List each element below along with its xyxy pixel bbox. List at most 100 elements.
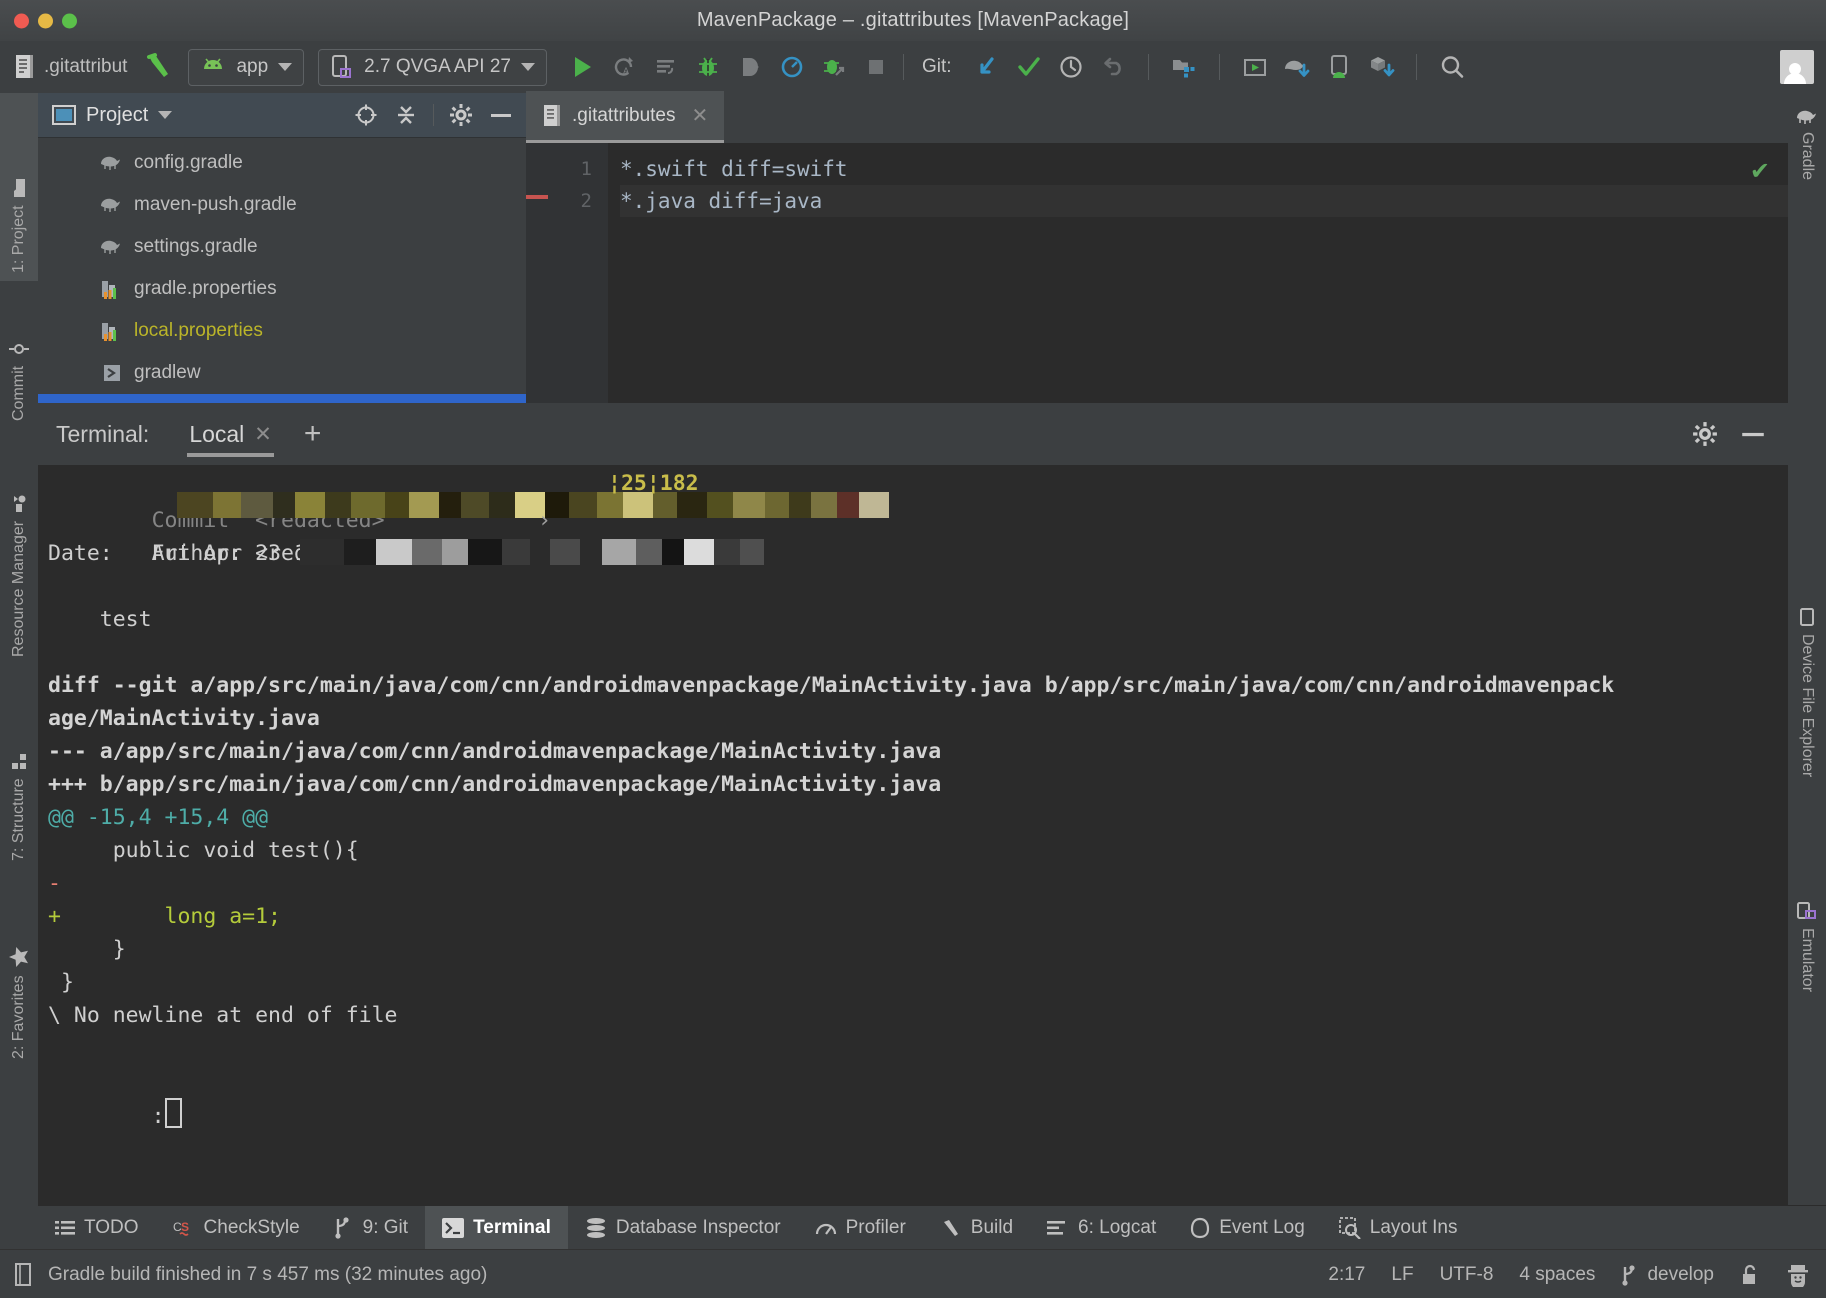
code-editor[interactable]: 1 2 *.swift diff=swift *.java diff=java … [526,143,1788,403]
terminal-header: Terminal: Local ✕ + [38,403,1788,465]
build-hammer-icon[interactable] [144,52,174,82]
device-selector[interactable]: 2.7 QVGA API 27 [318,48,547,86]
line-separator[interactable]: LF [1391,1264,1413,1286]
profiler-icon[interactable] [775,50,809,84]
avatar[interactable] [1780,50,1814,84]
sidebar-item-structure[interactable]: 7: Structure [0,653,38,869]
terminal-line: age/MainActivity.java [48,706,320,731]
tab-logcat[interactable]: 6: Logcat [1030,1206,1173,1250]
avd-manager-icon[interactable] [1167,50,1201,84]
tab-event-log[interactable]: Event Log [1173,1206,1322,1250]
chevron-down-icon [278,63,293,71]
emulator-icon [1796,901,1818,921]
terminal-line: Author: <redacted> › [48,504,1778,566]
gear-icon[interactable] [1690,419,1720,449]
tab-gitattributes[interactable]: .gitattributes ✕ [526,91,725,143]
debug-icon[interactable] [691,50,725,84]
svg-text:A: A [623,66,629,76]
sync-project-icon[interactable] [1364,50,1398,84]
sidebar-item-emulator[interactable]: Emulator [1788,893,1826,1081]
tab-layout-inspector[interactable]: Layout Ins [1322,1206,1475,1250]
current-file-indicator[interactable]: .gitattribut [0,52,174,82]
toolbar-divider-2 [1147,54,1149,80]
detective-icon[interactable] [1786,1263,1810,1287]
tab-database-inspector[interactable]: Database Inspector [568,1206,798,1250]
close-icon[interactable]: ✕ [692,103,709,128]
minimize-window-button[interactable] [38,13,53,28]
new-terminal-tab-button[interactable]: + [304,419,322,449]
tree-item-local-properties[interactable]: local.properties [38,310,526,352]
sidebar-item-resource-manager[interactable]: Resource Manager [0,399,38,665]
logcat-icon [1047,1219,1069,1237]
editor-tab-strip: .gitattributes ✕ [526,91,1788,143]
close-icon[interactable]: ✕ [254,422,272,447]
unlocked-icon[interactable] [1740,1263,1760,1287]
inspection-status-icon[interactable]: ✔ [1750,157,1770,186]
collapse-all-icon[interactable] [391,100,421,130]
tab-git[interactable]: 9: Git [317,1206,425,1250]
gear-icon[interactable] [446,100,476,130]
tab-terminal[interactable]: Terminal [425,1206,568,1250]
tree-item-gradlew[interactable]: gradlew [38,352,526,394]
terminal-cursor [164,1098,182,1128]
code-line: *.java diff=java [620,185,1788,217]
tab-build[interactable]: Build [923,1206,1030,1250]
tree-item-settings-gradle[interactable]: settings.gradle [38,226,526,268]
device-icon [330,54,354,80]
bottom-tab-label: 6: Logcat [1078,1217,1157,1238]
tree-item-config-gradle[interactable]: config.gradle [38,142,526,184]
vcs-change-marker[interactable] [526,195,548,199]
bottom-tab-label: Database Inspector [615,1217,781,1238]
sdk-manager-icon[interactable] [1238,50,1272,84]
rerun-icon[interactable]: A [607,50,641,84]
git-branch-widget[interactable]: develop [1621,1264,1714,1286]
caret-position[interactable]: 2:17 [1328,1264,1365,1286]
bottom-tab-label: Layout Ins [1369,1217,1458,1238]
rollback-icon[interactable] [1096,50,1130,84]
left-tool-stripe: 1: Project Commit Resource Manager 7: St… [0,93,39,1205]
sidebar-item-label: 1: Project [10,205,27,273]
tab-profiler[interactable]: Profiler [798,1206,923,1250]
terminal-output[interactable]: Commit <redacted> ¦25¦182 Author: <redac… [38,465,1788,1205]
locate-icon[interactable] [351,100,381,130]
project-panel-actions [351,100,526,130]
terminal-tab-local[interactable]: Local ✕ [175,403,286,465]
minimize-icon[interactable] [1738,419,1768,449]
main-toolbar: .gitattribut app 2.7 QVGA API 27 A Git: [0,41,1826,94]
minimize-icon[interactable] [486,100,516,130]
tree-item-maven-push-gradle[interactable]: maven-push.gradle [38,184,526,226]
chevron-down-icon[interactable] [158,111,173,119]
update-project-icon[interactable] [970,50,1004,84]
sidebar-item-project[interactable]: 1: Project [0,93,38,281]
tab-todo[interactable]: TODO [38,1206,156,1250]
tab-checkstyle[interactable]: C S CheckStyle [156,1206,317,1250]
redaction-overlay [48,465,890,518]
file-encoding[interactable]: UTF-8 [1440,1264,1494,1286]
terminal-line-caret: › [538,508,551,533]
sidebar-item-favorites[interactable]: 2: Favorites [0,861,38,1067]
attach-debugger-icon[interactable] [733,50,767,84]
maximize-window-button[interactable] [62,13,77,28]
commit-icon[interactable] [1012,50,1046,84]
git-controls [970,50,1469,84]
checkstyle-icon: C S [173,1218,195,1238]
indent-setting[interactable]: 4 spaces [1519,1264,1595,1286]
module-selector[interactable]: app [188,48,305,86]
line-number-gutter: 1 2 [526,143,608,403]
device-manager-icon[interactable] [1322,50,1356,84]
bottom-tool-tabs: TODO C S CheckStyle 9: Git Terminal Data… [38,1205,1826,1250]
search-everywhere-icon[interactable] [1435,50,1469,84]
build-status-icon[interactable] [14,1262,36,1288]
apply-changes-icon[interactable] [649,50,683,84]
tree-item-gradle-properties[interactable]: gradle.properties [38,268,526,310]
history-icon[interactable] [1054,50,1088,84]
gradle-sync-icon[interactable] [1280,50,1314,84]
sidebar-item-gradle[interactable]: Gradle [1788,99,1826,255]
debug-attach-icon[interactable] [817,50,851,84]
gradle-file-icon [100,235,124,259]
stop-icon[interactable] [859,50,893,84]
sidebar-item-device-file-explorer[interactable]: Device File Explorer [1788,599,1826,887]
close-window-button[interactable] [14,13,29,28]
run-icon[interactable] [565,50,599,84]
star-icon [8,946,30,968]
